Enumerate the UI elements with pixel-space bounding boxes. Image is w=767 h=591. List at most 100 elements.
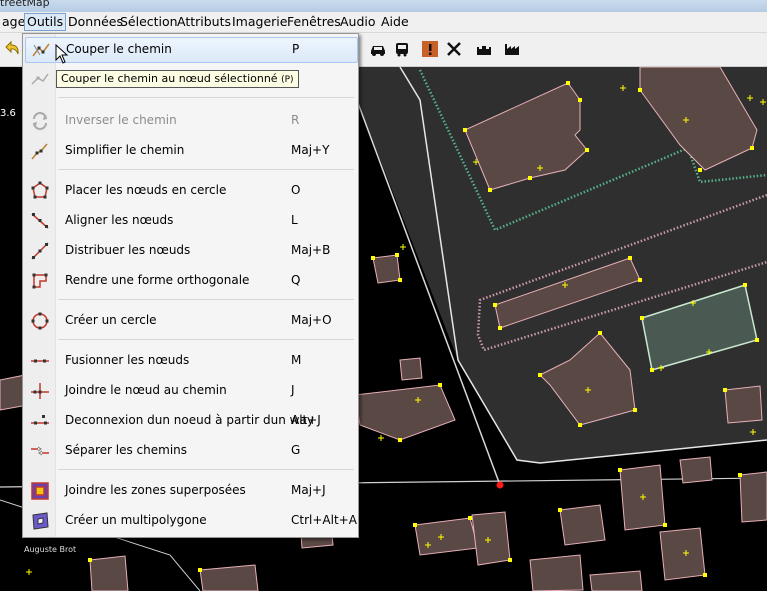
menu-item-label: Aligner les nœuds [65, 213, 174, 227]
tooltip-text: Couper le chemin au nœud sélectionné [61, 72, 278, 85]
menu-item-shortcut: O [291, 183, 301, 197]
menubar: age Outils Données Sélection Attributs I… [0, 12, 767, 33]
menu-item-label: Joindre les zones superposées [65, 483, 246, 497]
join-areas-icon [30, 481, 50, 501]
building-shape [414, 517, 479, 556]
disconnect-node-icon [30, 411, 50, 431]
menu-item-shortcut: J [291, 383, 295, 397]
menu-item-distribute-nodes[interactable]: Distribuer les nœuds Maj+B [25, 239, 356, 263]
split-way-icon [31, 40, 51, 60]
selected-node [496, 481, 504, 489]
scale-label: 3.6 [0, 108, 16, 119]
menu-fenetres[interactable]: Fenêtres [285, 14, 343, 30]
menu-audio[interactable]: Audio [338, 14, 378, 30]
menu-item-merge-nodes[interactable]: Fusionner les nœuds M [25, 349, 356, 373]
menu-item-shortcut: Maj+O [291, 313, 332, 327]
car-icon[interactable] [366, 37, 390, 61]
outils-dropdown-menu: Couper le chemin P C Inverser le chemin … [22, 33, 359, 538]
menu-separator [58, 299, 354, 300]
menu-item-label: Placer les nœuds en cercle [65, 183, 227, 197]
menu-item-label: Rendre une forme orthogonale [65, 273, 250, 287]
menu-item-reverse-way[interactable]: Inverser le chemin R [25, 109, 356, 133]
menu-separator [58, 169, 354, 170]
building-shape [471, 511, 511, 566]
menu-item-shortcut: M [291, 353, 302, 367]
create-circle-icon [30, 311, 50, 331]
menu-item-shortcut: L [291, 213, 298, 227]
menu-separator [58, 339, 354, 340]
distribute-nodes-icon [30, 241, 50, 261]
menu-item-shortcut: Maj+J [291, 483, 326, 497]
undo-icon[interactable] [0, 37, 24, 61]
tools-icon[interactable] [442, 37, 466, 61]
menu-donnees[interactable]: Données [66, 14, 125, 30]
menu-item-shortcut: Maj+Y [291, 143, 330, 157]
menu-attributs[interactable]: Attributs [175, 14, 233, 30]
building-shape [659, 527, 706, 581]
bus-icon[interactable] [390, 37, 414, 61]
building-shape [679, 456, 713, 484]
menu-item-label: Couper le chemin [66, 42, 172, 56]
factory-icon[interactable] [500, 37, 524, 61]
multipolygon-icon [30, 511, 50, 531]
mouse-cursor [55, 43, 69, 67]
window-titlebar: treetMap [0, 0, 767, 12]
menu-item-shortcut: G [291, 443, 301, 457]
menu-item-shortcut: P [292, 42, 300, 56]
combine-way-icon [30, 69, 50, 89]
menu-item-label: Deconnexion dun noeud à partir dun way [65, 413, 314, 427]
menu-item-label: Distribuer les nœuds [65, 243, 191, 257]
building-shape [399, 357, 423, 381]
menu-item-align-circle[interactable]: Placer les nœuds en cercle O [25, 179, 356, 203]
window-title: treetMap [0, 0, 50, 9]
building-shape [199, 564, 259, 591]
menu-item-label: Joindre le nœud au chemin [65, 383, 227, 397]
menu-item-shortcut: Q [291, 273, 301, 287]
menu-item-multipolygon[interactable]: Créer un multipolygone Ctrl+Alt+A [25, 509, 357, 533]
building-shape [589, 570, 643, 591]
merge-nodes-icon [30, 351, 50, 371]
building-shape [724, 385, 763, 424]
simplify-way-icon [30, 141, 50, 161]
fort-icon[interactable] [472, 37, 496, 61]
menu-item-shortcut: Maj+B [291, 243, 331, 257]
reverse-way-icon [30, 111, 50, 131]
menu-item-unglue-ways[interactable]: Séparer les chemins G [25, 439, 356, 463]
menu-separator [58, 97, 354, 98]
building-shape [89, 555, 129, 591]
menu-item-create-circle[interactable]: Créer un cercle Maj+O [25, 309, 356, 333]
menu-item-label: Fusionner les nœuds [65, 353, 190, 367]
attribution-text: Auguste Brot [24, 545, 77, 554]
menu-selection[interactable]: Sélection [118, 14, 180, 30]
menu-item-shortcut: R [291, 113, 300, 127]
menu-item-label: Inverser le chemin [65, 113, 177, 127]
menu-item-label: Créer un multipolygone [65, 513, 207, 527]
unglue-ways-icon [30, 441, 50, 461]
menu-item-simplify-way[interactable]: Simplifier le chemin Maj+Y [25, 139, 356, 163]
menu-aide[interactable]: Aide [379, 14, 411, 30]
menu-item-orthogonal[interactable]: Rendre une forme orthogonale Q [25, 269, 356, 293]
building-shape [372, 254, 401, 284]
align-circle-icon [30, 181, 50, 201]
warning-icon[interactable] [418, 37, 442, 61]
menu-item-label: Simplifier le chemin [65, 143, 185, 157]
menu-item-join-areas[interactable]: Joindre les zones superposées Maj+J [25, 479, 356, 503]
join-node-way-icon [30, 381, 50, 401]
building-shape [529, 554, 584, 591]
tooltip: Couper le chemin au nœud sélectionné (P) [56, 70, 299, 88]
menu-imagerie[interactable]: Imagerie [230, 14, 289, 30]
menu-item-disconnect-node[interactable]: Deconnexion dun noeud à partir dun way A… [25, 409, 356, 433]
building-shape [739, 471, 767, 523]
menu-item-shortcut: Ctrl+Alt+A [291, 513, 357, 527]
menu-item-shortcut: Alt+J [291, 413, 321, 427]
orthogonal-icon [30, 271, 50, 291]
menu-item-label: Séparer les chemins [65, 443, 188, 457]
menu-item-label: Créer un cercle [65, 313, 157, 327]
menu-separator [58, 469, 354, 470]
tooltip-shortcut: (P) [281, 75, 294, 85]
menu-item-split-way[interactable]: Couper le chemin P [25, 37, 358, 63]
menu-item-align-line[interactable]: Aligner les nœuds L [25, 209, 356, 233]
menu-item-join-node-way[interactable]: Joindre le nœud au chemin J [25, 379, 356, 403]
building-shape [354, 384, 456, 441]
menu-outils[interactable]: Outils [24, 13, 67, 31]
